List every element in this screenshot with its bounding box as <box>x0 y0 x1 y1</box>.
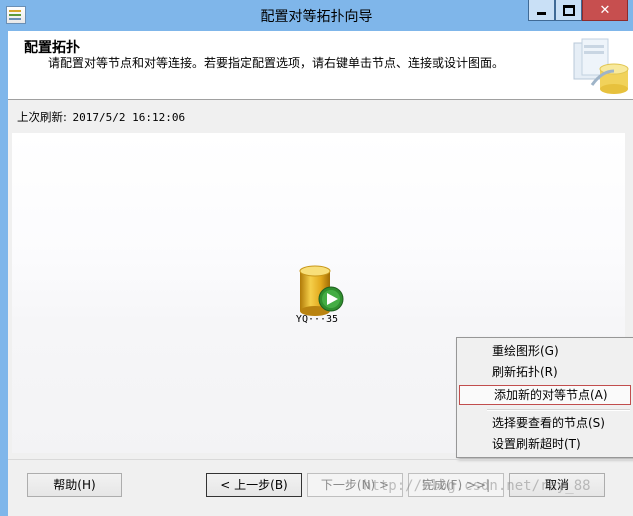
title-bar[interactable]: 配置对等拓扑向导 ✕ <box>0 0 633 31</box>
context-menu: 重绘图形(G) 刷新拓扑(R) 添加新的对等节点(A) 选择要查看的节点(S) … <box>456 337 633 458</box>
replication-banner-icon <box>573 38 629 94</box>
last-refresh-label: 上次刷新: 2017/5/2 16:12:06 <box>17 109 185 125</box>
maximize-icon <box>562 4 575 16</box>
cancel-button[interactable]: 取消 <box>509 473 605 497</box>
menu-item-refresh-topology[interactable]: 刷新拓扑(R) <box>458 362 632 382</box>
last-refresh-timestamp: 2017/5/2 16:12:06 <box>72 111 186 124</box>
help-button[interactable]: 帮助(H) <box>27 473 122 497</box>
menu-item-select-nodes[interactable]: 选择要查看的节点(S) <box>458 413 632 433</box>
maximize-button[interactable] <box>555 0 582 21</box>
footer-divider <box>8 459 633 460</box>
wizard-client-area: 配置拓扑 请配置对等节点和对等连接。若要指定配置选项，请右键单击节点、连接或设计… <box>8 31 633 516</box>
last-refresh-caption: 上次刷新: <box>17 110 67 124</box>
menu-item-redraw[interactable]: 重绘图形(G) <box>458 341 632 361</box>
page-description: 请配置对等节点和对等连接。若要指定配置选项，请右键单击节点、连接或设计图面。 <box>48 56 505 70</box>
close-icon: ✕ <box>599 2 611 18</box>
back-button[interactable]: < 上一步(B) <box>206 473 302 497</box>
wizard-window: 配置对等拓扑向导 ✕ 配置拓扑 请配置对等节点和对等连接。若要指定配置选项，请右… <box>0 0 633 516</box>
minimize-button[interactable] <box>528 0 555 21</box>
wizard-header: 配置拓扑 请配置对等节点和对等连接。若要指定配置选项，请右键单击节点、连接或设计… <box>8 31 633 100</box>
close-button[interactable]: ✕ <box>582 0 628 21</box>
minimize-icon <box>537 11 546 15</box>
menu-item-add-peer-node[interactable]: 添加新的对等节点(A) <box>459 385 631 405</box>
menu-item-refresh-timeout[interactable]: 设置刷新超时(T) <box>458 434 632 454</box>
menu-separator <box>487 409 630 411</box>
next-button[interactable]: 下一步(N) > <box>307 473 403 497</box>
node-label: YQ···35 <box>295 314 339 325</box>
finish-button[interactable]: 完成(F) >>| <box>408 473 504 497</box>
